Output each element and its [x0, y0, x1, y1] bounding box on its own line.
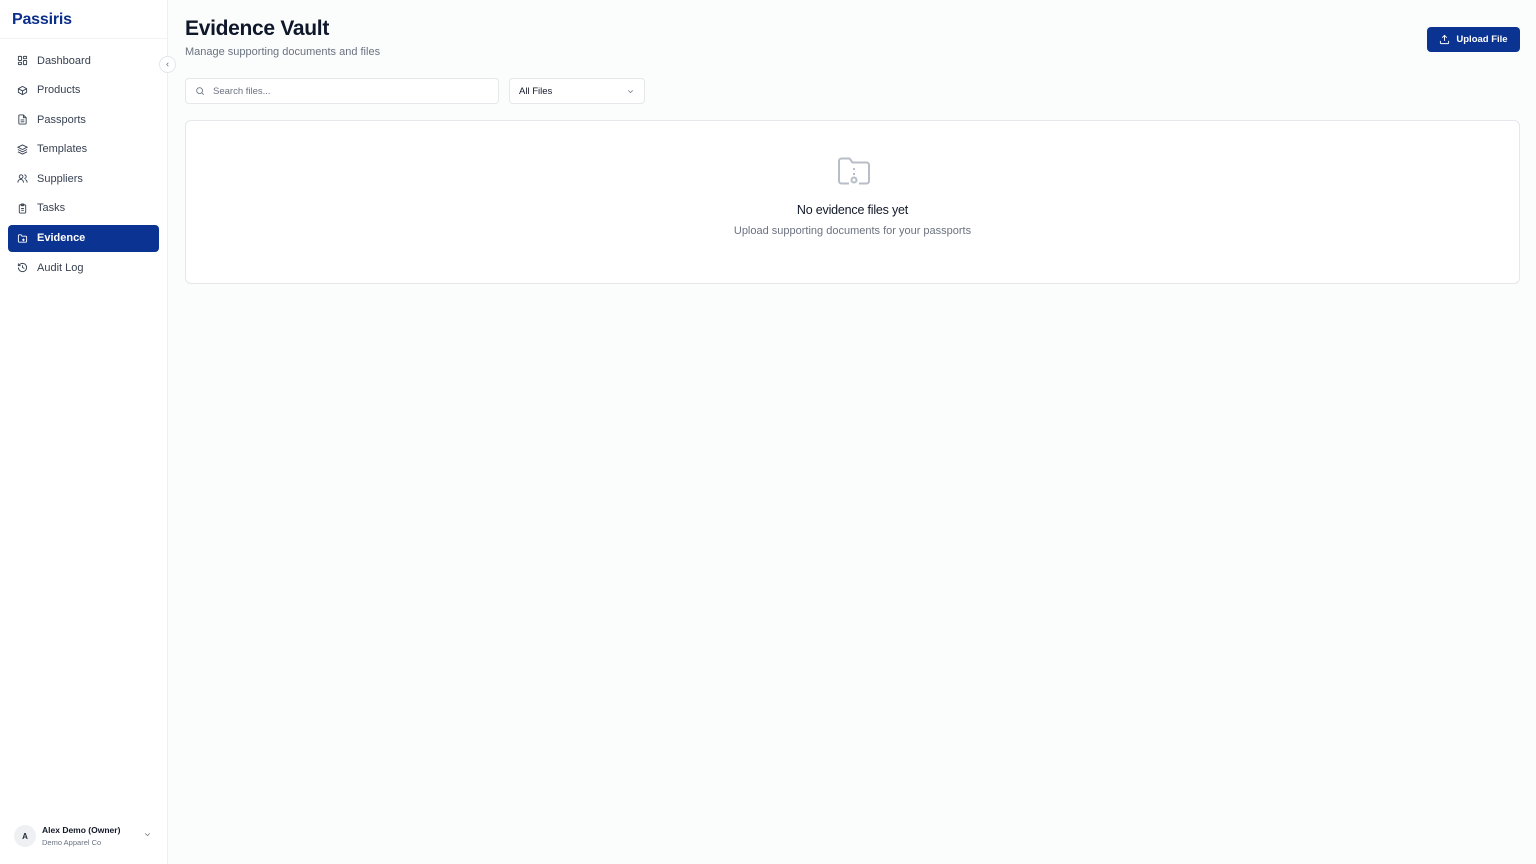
upload-file-label: Upload File [1456, 34, 1508, 45]
avatar: A [14, 825, 36, 847]
sidebar-item-tasks[interactable]: Tasks [8, 195, 159, 222]
empty-state-title: No evidence files yet [796, 203, 909, 217]
empty-state-subtitle: Upload supporting documents for your pas… [733, 225, 972, 237]
sidebar-nav: Dashboard Products Passports Templates S… [0, 39, 167, 281]
users-icon [17, 174, 28, 183]
sidebar-collapse-button[interactable] [159, 56, 176, 73]
user-org: Demo Apparel Co [42, 838, 102, 847]
chevron-left-icon [166, 62, 169, 67]
sidebar-item-label: Templates [37, 143, 88, 156]
page-subtitle: Manage supporting documents and files [185, 46, 381, 58]
sidebar: Passiris Dashboard Products Passports Te… [0, 0, 168, 864]
brand-logo[interactable]: Passiris [0, 0, 167, 39]
sidebar-item-products[interactable]: Products [8, 77, 159, 104]
user-menu[interactable]: A Alex Demo (Owner) Demo Apparel Co [0, 808, 167, 864]
sidebar-item-label: Tasks [37, 202, 66, 215]
search-icon [196, 87, 205, 96]
dashboard-icon [17, 55, 28, 66]
sidebar-item-label: Dashboard [37, 54, 91, 67]
file-type-selected: All Files [519, 85, 553, 97]
layers-icon [17, 144, 28, 155]
sidebar-item-label: Products [37, 84, 81, 97]
sidebar-item-label: Evidence [37, 232, 86, 245]
search-box [185, 78, 499, 104]
sidebar-item-passports[interactable]: Passports [8, 106, 159, 133]
folder-icon [17, 233, 28, 243]
sidebar-item-label: Passports [37, 113, 86, 126]
chevron-down-icon [627, 90, 634, 94]
sidebar-item-label: Audit Log [37, 261, 84, 274]
sidebar-item-evidence[interactable]: Evidence [8, 224, 159, 252]
folder-archive-icon [838, 157, 870, 185]
sidebar-item-templates[interactable]: Templates [8, 136, 159, 163]
sidebar-item-suppliers[interactable]: Suppliers [8, 165, 159, 192]
upload-icon [1440, 34, 1450, 45]
user-name: Alex Demo (Owner) [42, 825, 121, 835]
user-info: Alex Demo (Owner) Demo Apparel Co [42, 825, 120, 847]
clipboard-icon [18, 203, 27, 214]
page-title: Evidence Vault [185, 17, 330, 40]
package-icon [17, 85, 28, 95]
search-input[interactable] [213, 85, 493, 97]
sidebar-item-dashboard[interactable]: Dashboard [8, 47, 159, 74]
chevron-down-icon [144, 833, 151, 837]
upload-file-button[interactable]: Upload File [1427, 27, 1520, 52]
empty-state-card: No evidence files yet Upload supporting … [185, 120, 1520, 284]
sidebar-item-audit-log[interactable]: Audit Log [8, 254, 159, 281]
document-icon [18, 114, 27, 125]
sidebar-item-label: Suppliers [37, 172, 83, 185]
file-type-select[interactable]: All Files [509, 78, 645, 104]
history-icon [17, 263, 28, 273]
